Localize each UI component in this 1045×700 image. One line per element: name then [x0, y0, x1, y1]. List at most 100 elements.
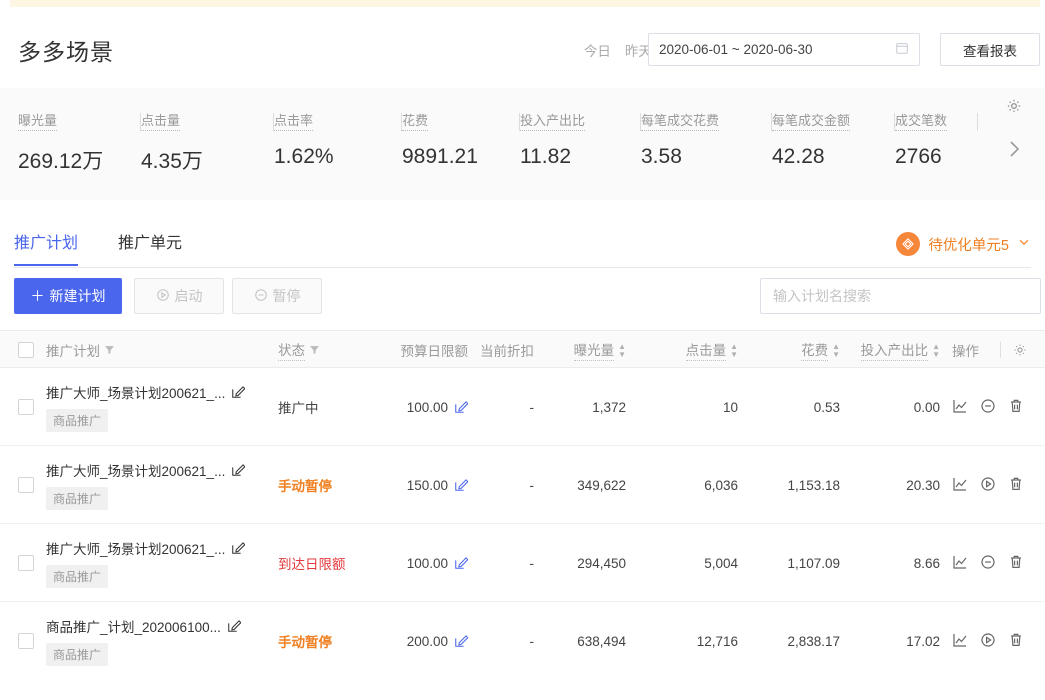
- filter-icon[interactable]: [104, 343, 115, 358]
- impressions-cell: 638,494: [548, 602, 626, 680]
- roi-value: 0.00: [914, 400, 940, 415]
- row-checkbox[interactable]: [18, 524, 40, 602]
- trend-icon[interactable]: [952, 554, 968, 573]
- edit-icon[interactable]: [231, 385, 245, 399]
- chevron-right-icon[interactable]: [1003, 138, 1025, 160]
- column-header-roi[interactable]: 投入产出比▲▼: [862, 331, 940, 369]
- sort-icon[interactable]: ▲▼: [730, 343, 738, 358]
- column-header-clk[interactable]: 点击量▲▼: [660, 331, 738, 369]
- edit-icon[interactable]: [231, 463, 245, 477]
- search-input[interactable]: [760, 278, 1041, 314]
- sort-icon[interactable]: ▲▼: [618, 343, 626, 358]
- checkbox[interactable]: [18, 477, 34, 493]
- trend-icon[interactable]: [952, 632, 968, 651]
- budget-cell: 150.00: [382, 446, 468, 524]
- new-plan-button[interactable]: ＋ 新建计划: [14, 278, 122, 314]
- column-header-label: 投入产出比: [861, 339, 929, 361]
- edit-icon[interactable]: [227, 619, 241, 633]
- edit-icon[interactable]: [454, 478, 468, 492]
- edit-icon[interactable]: [454, 634, 468, 648]
- roi-value: 17.02: [906, 634, 940, 649]
- pause-icon[interactable]: [980, 398, 996, 417]
- plan-name: 商品推广_计划_202006100...: [46, 616, 221, 636]
- clicks-cell: 12,716: [660, 602, 738, 680]
- tab-promotion-plan-label: 推广计划: [14, 235, 78, 252]
- tab-promotion-plan[interactable]: 推广计划: [14, 229, 78, 265]
- cost-cell: 0.53: [762, 368, 840, 446]
- table-body: 推广大师_场景计划200621_...商品推广推广中100.00-1,37210…: [0, 368, 1045, 680]
- operations-cell: [952, 524, 1032, 602]
- table-row[interactable]: 推广大师_场景计划200621_...商品推广推广中100.00-1,37210…: [0, 368, 1045, 446]
- optimize-badge-label: 待优化单元5: [928, 234, 1009, 255]
- budget-value: 100.00: [407, 400, 448, 415]
- play-icon[interactable]: [980, 476, 996, 495]
- plan-name: 推广大师_场景计划200621_...: [46, 460, 225, 480]
- discount-value: -: [530, 634, 535, 649]
- column-header-state[interactable]: 状态: [278, 331, 388, 369]
- metric-label: 点击量: [141, 110, 180, 131]
- cost-cell: 1,153.18: [762, 446, 840, 524]
- metric-card: 每笔成交花费3.58: [641, 88, 772, 169]
- header-divider: [1000, 342, 1001, 358]
- select-all-checkbox[interactable]: [18, 331, 34, 369]
- view-report-button[interactable]: 查看报表: [940, 33, 1040, 66]
- plan-type-tag: 商品推广: [46, 409, 108, 432]
- play-icon[interactable]: [980, 632, 996, 651]
- edit-icon[interactable]: [454, 556, 468, 570]
- budget-cell: 100.00: [382, 524, 468, 602]
- pause-icon[interactable]: [980, 554, 996, 573]
- quick-range-0[interactable]: 今日: [584, 40, 611, 60]
- pause-button[interactable]: 暂停: [232, 278, 322, 314]
- discount-value: -: [530, 556, 535, 571]
- delete-icon[interactable]: [1008, 632, 1024, 651]
- optimize-badge[interactable]: 待优化单元5: [896, 232, 1031, 256]
- impressions-cell: 294,450: [548, 524, 626, 602]
- table-row[interactable]: 推广大师_场景计划200621_...商品推广手动暂停150.00-349,62…: [0, 446, 1045, 524]
- metric-label: 每笔成交金额: [772, 110, 850, 131]
- gem-icon: [896, 232, 920, 256]
- tab-promotion-unit[interactable]: 推广单元: [118, 229, 182, 265]
- plan-type-tag: 商品推广: [46, 565, 108, 588]
- delete-icon[interactable]: [1008, 398, 1024, 417]
- edit-icon[interactable]: [454, 400, 468, 414]
- metric-value: 1.62%: [274, 145, 402, 169]
- tabs-bar: 推广计划 推广单元 待优化单元5: [0, 218, 1045, 268]
- column-header-imp[interactable]: 曝光量▲▼: [548, 331, 626, 369]
- checkbox[interactable]: [18, 633, 34, 649]
- sort-icon[interactable]: ▲▼: [932, 343, 940, 358]
- metric-label: 每笔成交花费: [641, 110, 719, 131]
- metric-label: 投入产出比: [520, 110, 585, 131]
- delete-icon[interactable]: [1008, 476, 1024, 495]
- status-cell: 到达日限额: [278, 524, 388, 602]
- impressions-value: 1,372: [592, 400, 626, 415]
- column-header-name[interactable]: 推广计划: [46, 331, 276, 369]
- sort-icon[interactable]: ▲▼: [832, 343, 840, 358]
- status-cell: 手动暂停: [278, 446, 388, 524]
- column-header-cost[interactable]: 花费▲▼: [762, 331, 840, 369]
- metric-card: 花费9891.21: [402, 88, 520, 169]
- checkbox[interactable]: [18, 342, 34, 358]
- table-row[interactable]: 推广大师_场景计划200621_...商品推广到达日限额100.00-294,4…: [0, 524, 1045, 602]
- row-checkbox[interactable]: [18, 602, 40, 680]
- filter-icon[interactable]: [309, 343, 320, 358]
- trend-icon[interactable]: [952, 476, 968, 495]
- edit-icon[interactable]: [231, 541, 245, 555]
- tab-promotion-unit-label: 推广单元: [118, 235, 182, 252]
- trend-icon[interactable]: [952, 398, 968, 417]
- table-row[interactable]: 商品推广_计划_202006100...商品推广手动暂停200.00-638,4…: [0, 602, 1045, 680]
- delete-icon[interactable]: [1008, 554, 1024, 573]
- roi-value: 20.30: [906, 478, 940, 493]
- metric-label: 点击率: [274, 110, 313, 131]
- date-range-picker[interactable]: 2020-06-01 ~ 2020-06-30: [648, 33, 920, 66]
- row-checkbox[interactable]: [18, 368, 40, 446]
- metric-card: 点击量4.35万: [141, 88, 274, 175]
- column-header-label: 状态: [278, 339, 305, 361]
- cost-cell: 2,838.17: [762, 602, 840, 680]
- checkbox[interactable]: [18, 555, 34, 571]
- checkbox[interactable]: [18, 399, 34, 415]
- gear-icon[interactable]: [1005, 97, 1023, 115]
- row-checkbox[interactable]: [18, 446, 40, 524]
- plan-name-cell: 商品推广_计划_202006100...商品推广: [46, 602, 276, 680]
- gear-icon[interactable]: [1012, 331, 1028, 369]
- start-button[interactable]: 启动: [134, 278, 224, 314]
